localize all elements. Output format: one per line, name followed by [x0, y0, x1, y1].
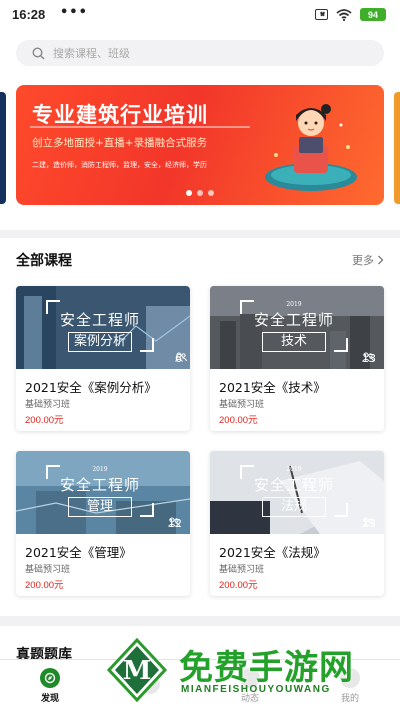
course-thumbnail: 2019 安全工程师 管理 12 [16, 451, 190, 534]
search-bar[interactable] [16, 40, 384, 66]
banner-next-peek[interactable] [394, 92, 400, 204]
status-icons: 94 [315, 8, 386, 21]
battery-icon: 94 [360, 8, 386, 21]
course-price: 200.00元 [25, 580, 64, 591]
thumb-title: 安全工程师 [253, 311, 334, 329]
banner-title: 专业建筑行业培训 [32, 102, 208, 127]
enroll-count: 6 [175, 352, 187, 365]
watermark-pinyin: MIANFEISHOUYOUWANG [181, 684, 331, 695]
course-name: 2021安全《技术》 [219, 380, 326, 395]
watermark-logo-letter: M [123, 656, 152, 686]
thumb-subtitle: 管理 [68, 497, 132, 517]
watermark-text: 免费手游网 [179, 648, 354, 688]
course-thumbnail: 2019 安全工程师 技术 13 [210, 286, 384, 369]
frame-corner [334, 503, 348, 517]
search-input[interactable] [53, 46, 353, 60]
course-price: 200.00元 [219, 415, 258, 426]
course-card[interactable]: 安全工程师 案例分析 6 2021安全《案例分析》 基础预习班 200.00元 [16, 286, 190, 431]
users-icon [175, 352, 187, 362]
more-label: 更多 [352, 254, 374, 267]
course-name: 2021安全《法规》 [219, 545, 326, 560]
thumb-title-frame: 安全工程师 案例分析 [46, 300, 154, 352]
banner-pager [16, 190, 384, 196]
course-price: 200.00元 [219, 580, 258, 591]
sim-icon [315, 9, 328, 20]
status-bar: 16:28 ••• 94 [0, 0, 400, 30]
discover-icon [40, 667, 60, 688]
thumb-title: 安全工程师 [59, 311, 140, 329]
users-icon [168, 517, 180, 527]
course-card[interactable]: 2019 安全工程师 技术 13 2021安全《技术》 基础预习班 200.00… [210, 286, 384, 431]
thumb-subtitle: 法规 [262, 497, 326, 517]
banner-divider [30, 126, 250, 128]
chevron-right-icon [378, 255, 384, 265]
thumb-subtitle: 技术 [262, 332, 326, 352]
banner-tags: 二建，造价师，消防工程师，监理，安全，经济师，学历 [32, 161, 207, 169]
wifi-icon [336, 8, 352, 21]
watermark-logo: M [106, 638, 168, 702]
frame-corner [334, 338, 348, 352]
enroll-count: 13 [362, 352, 376, 365]
users-icon [362, 517, 374, 527]
course-class-type: 基础预习班 [219, 565, 265, 575]
course-class-type: 基础预习班 [25, 565, 71, 575]
course-card[interactable]: 2019 安全工程师 法规 13 2021安全《法规》 基础预习班 200.00… [210, 451, 384, 596]
users-icon [362, 352, 374, 362]
thumb-title-frame: 2019 安全工程师 技术 [240, 300, 348, 352]
enroll-count: 13 [362, 517, 376, 530]
section-title: 全部课程 [16, 253, 72, 269]
banner-subtitle: 创立多地面授+直播+录播融合式服务 [32, 137, 208, 149]
banner-illustration [265, 104, 357, 191]
promo-banner[interactable]: 专业建筑行业培训 创立多地面授+直播+录播融合式服务 二建，造价师，消防工程师，… [16, 85, 384, 205]
section-header: 全部课程 更多 [16, 250, 384, 270]
status-time: 16:28 [12, 7, 46, 22]
tab-discover[interactable]: 发现 [0, 660, 100, 711]
course-class-type: 基础预习班 [25, 400, 71, 410]
status-dots: ••• [60, 5, 88, 20]
course-name: 2021安全《管理》 [25, 545, 132, 560]
more-link[interactable]: 更多 [352, 252, 384, 268]
course-thumbnail: 2019 安全工程师 法规 13 [210, 451, 384, 534]
tab-label: 发现 [40, 693, 59, 704]
course-card[interactable]: 2019 安全工程师 管理 12 2021安全《管理》 基础预习班 200.00… [16, 451, 190, 596]
all-courses-section: 全部课程 更多 安全工程师 案例分析 6 2021安全《案例分析》 基础预习班 … [0, 238, 400, 616]
thumb-title: 安全工程师 [253, 476, 334, 494]
thumb-year: 2019 [286, 301, 302, 308]
thumb-title: 安全工程师 [59, 476, 140, 494]
course-name: 2021安全《案例分析》 [25, 380, 157, 395]
thumb-subtitle: 案例分析 [68, 332, 132, 352]
thumb-year: 2019 [286, 466, 302, 473]
thumb-year: 2019 [92, 466, 108, 473]
course-price: 200.00元 [25, 415, 64, 426]
frame-corner [140, 338, 154, 352]
watermark: M 免费手游网 MIANFEISHOUYOUWANG [105, 638, 395, 708]
banner-prev-peek[interactable] [0, 92, 6, 204]
search-icon [32, 46, 45, 59]
pager-dot[interactable] [186, 190, 192, 196]
course-class-type: 基础预习班 [219, 400, 265, 410]
enroll-count: 12 [168, 517, 182, 530]
course-thumbnail: 安全工程师 案例分析 6 [16, 286, 190, 369]
pager-dot[interactable] [208, 190, 214, 196]
thumb-title-frame: 2019 安全工程师 法规 [240, 465, 348, 517]
thumb-title-frame: 2019 安全工程师 管理 [46, 465, 154, 517]
pager-dot[interactable] [197, 190, 203, 196]
frame-corner [140, 503, 154, 517]
